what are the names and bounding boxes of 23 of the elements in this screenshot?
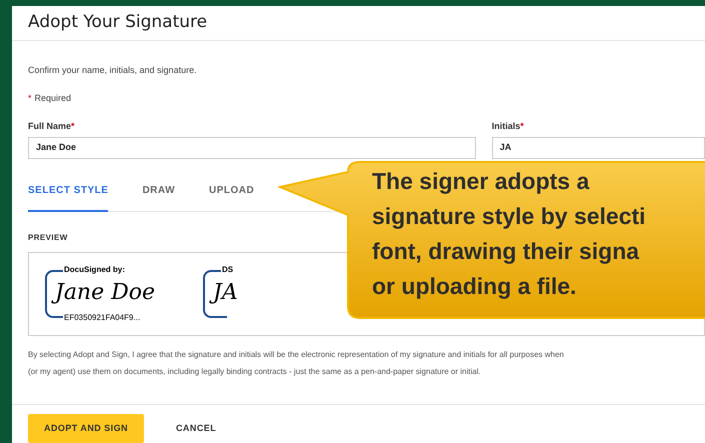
text-field[interactable]: JA (492, 137, 705, 159)
disclaimer-text: (or my agent) use them on documents, including legally binding contracts - just the same as a pen-and-paper signature or initial. (28, 366, 482, 378)
callout-text: signature style by selecti (372, 202, 646, 231)
required-note: Required (34, 92, 72, 105)
dialog-title: Adopt Your Signature (28, 11, 208, 34)
stamp-header: DocuSigned by: (63, 263, 126, 277)
required-mark: * (28, 92, 32, 104)
disclaimer-text: By selecting Adopt and Sign, I agree that the signature and initials will be the electronic representation of my signature and initials for all purposes when (28, 349, 565, 361)
style-tab[interactable]: UPLOAD (209, 179, 254, 212)
style-tab[interactable]: SELECT STYLE (28, 179, 108, 212)
callout-text: font, drawing their signa (372, 237, 640, 266)
text-field[interactable]: Jane Doe (28, 137, 476, 159)
field-label: Initials (492, 120, 520, 132)
callout-text: The signer adopts a (372, 167, 590, 196)
field-label: Full Name (28, 120, 72, 132)
cancel-button[interactable]: CANCEL (160, 414, 232, 443)
callout-text: or uploading a file. (372, 272, 578, 301)
style-tab[interactable]: DRAW (142, 179, 176, 212)
preview-heading: PREVIEW (28, 232, 69, 244)
adopt-button[interactable]: ADOPT AND SIGN (28, 414, 144, 443)
required-mark: * (520, 120, 524, 132)
intro-text: Confirm your name, initials, and signature. (28, 64, 198, 77)
required-mark: * (71, 120, 75, 132)
